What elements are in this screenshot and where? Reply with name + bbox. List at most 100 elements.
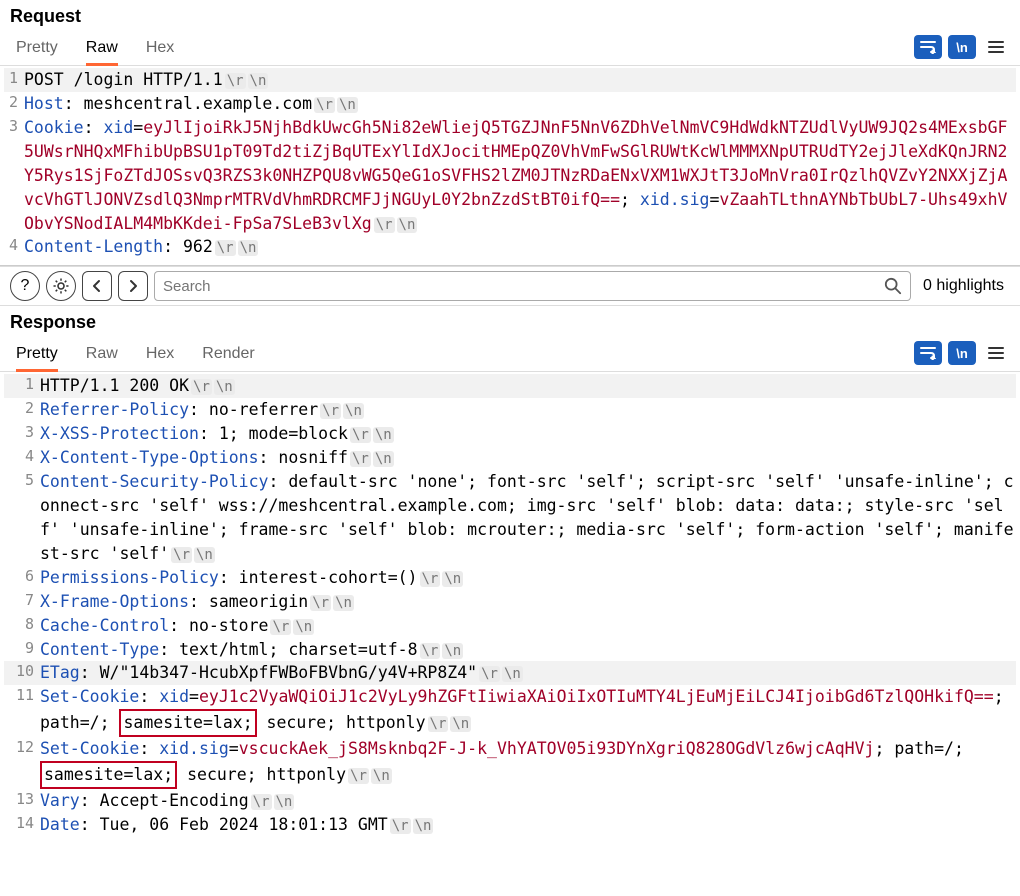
line-content[interactable]: Content-Length: 962\r\n — [24, 235, 1016, 259]
nl-icon[interactable]: \n — [948, 35, 976, 59]
line-content[interactable]: Permissions-Policy: interest-cohort=()\r… — [40, 566, 1016, 590]
crlf-marker: \r — [171, 547, 192, 563]
line-number: 13 — [4, 789, 40, 811]
code-line[interactable]: 2Referrer-Policy: no-referrer\r\n — [4, 398, 1016, 422]
response-panel: Response Pretty Raw Hex Render \n 1HTTP/… — [0, 306, 1020, 843]
header-name: Referrer-Policy — [40, 400, 189, 419]
line-content[interactable]: Date: Tue, 06 Feb 2024 18:01:13 GMT\r\n — [40, 813, 1016, 837]
request-panel: Request Pretty Raw Hex \n 1POST /login H… — [0, 0, 1020, 266]
highlighted-segment: samesite=lax; — [119, 709, 256, 737]
code-line[interactable]: 6Permissions-Policy: interest-cohort=()\… — [4, 566, 1016, 590]
request-code[interactable]: 1POST /login HTTP/1.1\r\n2Host: meshcent… — [0, 66, 1020, 265]
code-line[interactable]: 4Content-Length: 962\r\n — [4, 235, 1016, 259]
wrap-icon[interactable] — [914, 341, 942, 365]
prev-arrow-icon[interactable] — [82, 271, 112, 301]
code-line[interactable]: 8Cache-Control: no-store\r\n — [4, 614, 1016, 638]
code-line[interactable]: 1POST /login HTTP/1.1\r\n — [4, 68, 1016, 92]
tab-pretty[interactable]: Pretty — [16, 33, 58, 65]
text: : — [84, 118, 104, 137]
menu-icon[interactable] — [982, 341, 1010, 365]
request-title: Request — [0, 0, 1020, 33]
code-line[interactable]: 13Vary: Accept-Encoding\r\n — [4, 789, 1016, 813]
crlf-marker: \n — [442, 643, 463, 659]
response-tabs-row: Pretty Raw Hex Render \n — [0, 339, 1020, 372]
crlf-marker: \r — [420, 571, 441, 587]
code-line[interactable]: 4X-Content-Type-Options: nosniff\r\n — [4, 446, 1016, 470]
line-content[interactable]: X-Content-Type-Options: nosniff\r\n — [40, 446, 1016, 470]
header-name: Host — [24, 94, 64, 113]
crlf-marker: \n — [238, 240, 259, 256]
code-line[interactable]: 9Content-Type: text/html; charset=utf-8\… — [4, 638, 1016, 662]
code-line[interactable]: 11Set-Cookie: xid=eyJ1c2VyaWQiOiJ1c2VyLy… — [4, 685, 1016, 737]
code-line[interactable]: 12Set-Cookie: xid.sig=vscuckAek_jS8Msknb… — [4, 737, 1016, 789]
tab-pretty[interactable]: Pretty — [16, 339, 58, 371]
code-line[interactable]: 3X-XSS-Protection: 1; mode=block\r\n — [4, 422, 1016, 446]
line-number: 4 — [4, 235, 24, 257]
line-content[interactable]: ETag: W/"14b347-HcubXpfFWBoFBVbnG/y4V+RP… — [40, 661, 1016, 685]
crlf-marker: \r — [350, 427, 371, 443]
tab-raw[interactable]: Raw — [86, 339, 118, 371]
line-content[interactable]: Set-Cookie: xid=eyJ1c2VyaWQiOiJ1c2VyLy9h… — [40, 685, 1016, 737]
text: : — [139, 739, 159, 758]
line-content[interactable]: X-XSS-Protection: 1; mode=block\r\n — [40, 422, 1016, 446]
help-icon[interactable]: ? — [10, 271, 40, 301]
gear-icon[interactable] — [46, 271, 76, 301]
text: = — [133, 118, 143, 137]
crlf-marker: \n — [274, 794, 295, 810]
code-line[interactable]: 7X-Frame-Options: sameorigin\r\n — [4, 590, 1016, 614]
crlf-marker: \r — [420, 643, 441, 659]
wrap-icon[interactable] — [914, 35, 942, 59]
crlf-marker: \r — [320, 403, 341, 419]
line-content[interactable]: HTTP/1.1 200 OK\r\n — [40, 374, 1016, 398]
nl-icon[interactable]: \n — [948, 341, 976, 365]
text: : Tue, 06 Feb 2024 18:01:13 GMT — [80, 815, 388, 834]
next-arrow-icon[interactable] — [118, 271, 148, 301]
line-content[interactable]: Referrer-Policy: no-referrer\r\n — [40, 398, 1016, 422]
tab-hex[interactable]: Hex — [146, 33, 174, 65]
crlf-marker: \r — [479, 666, 500, 682]
line-content[interactable]: POST /login HTTP/1.1\r\n — [24, 68, 1016, 92]
text: : sameorigin — [189, 592, 308, 611]
line-content[interactable]: Host: meshcentral.example.com\r\n — [24, 92, 1016, 116]
response-code[interactable]: 1HTTP/1.1 200 OK\r\n2Referrer-Policy: no… — [0, 372, 1020, 843]
line-number: 8 — [4, 614, 40, 636]
header-name: Date — [40, 815, 80, 834]
crlf-marker: \n — [333, 595, 354, 611]
tab-raw[interactable]: Raw — [86, 33, 118, 65]
crlf-marker: \r — [348, 768, 369, 784]
line-number: 12 — [4, 737, 40, 759]
header-name: Content-Security-Policy — [40, 472, 268, 491]
line-content[interactable]: Set-Cookie: xid.sig=vscuckAek_jS8Msknbq2… — [40, 737, 1016, 789]
search-icon[interactable] — [884, 277, 902, 295]
crlf-marker: \r — [428, 716, 449, 732]
code-line[interactable]: 14Date: Tue, 06 Feb 2024 18:01:13 GMT\r\… — [4, 813, 1016, 837]
crlf-marker: \r — [314, 97, 335, 113]
line-content[interactable]: Vary: Accept-Encoding\r\n — [40, 789, 1016, 813]
line-content[interactable]: Cookie: xid=eyJlIjoiRkJ5NjhBdkUwcGh5Ni82… — [24, 116, 1016, 236]
search-box[interactable] — [154, 271, 911, 301]
tab-hex[interactable]: Hex — [146, 339, 174, 371]
line-content[interactable]: Content-Type: text/html; charset=utf-8\r… — [40, 638, 1016, 662]
text: : text/html; charset=utf-8 — [159, 640, 417, 659]
line-number: 1 — [4, 68, 24, 90]
line-number: 2 — [4, 92, 24, 114]
code-line[interactable]: 3Cookie: xid=eyJlIjoiRkJ5NjhBdkUwcGh5Ni8… — [4, 116, 1016, 236]
menu-icon[interactable] — [982, 35, 1010, 59]
line-content[interactable]: Content-Security-Policy: default-src 'no… — [40, 470, 1016, 566]
line-number: 7 — [4, 590, 40, 612]
crlf-marker: \r — [310, 595, 331, 611]
search-input[interactable] — [163, 278, 884, 295]
line-content[interactable]: Cache-Control: no-store\r\n — [40, 614, 1016, 638]
crlf-marker: \n — [373, 427, 394, 443]
code-line[interactable]: 2Host: meshcentral.example.com\r\n — [4, 92, 1016, 116]
code-line[interactable]: 5Content-Security-Policy: default-src 'n… — [4, 470, 1016, 566]
text: secure; httponly — [257, 713, 426, 732]
code-line[interactable]: 10ETag: W/"14b347-HcubXpfFWBoFBVbnG/y4V+… — [4, 661, 1016, 685]
text: : W/"14b347-HcubXpfFWBoFBVbnG/y4V+RP8Z4" — [80, 663, 477, 682]
header-name: X-Content-Type-Options — [40, 448, 259, 467]
crlf-marker: \n — [373, 451, 394, 467]
tab-render[interactable]: Render — [202, 339, 254, 371]
line-number: 14 — [4, 813, 40, 835]
code-line[interactable]: 1HTTP/1.1 200 OK\r\n — [4, 374, 1016, 398]
line-content[interactable]: X-Frame-Options: sameorigin\r\n — [40, 590, 1016, 614]
